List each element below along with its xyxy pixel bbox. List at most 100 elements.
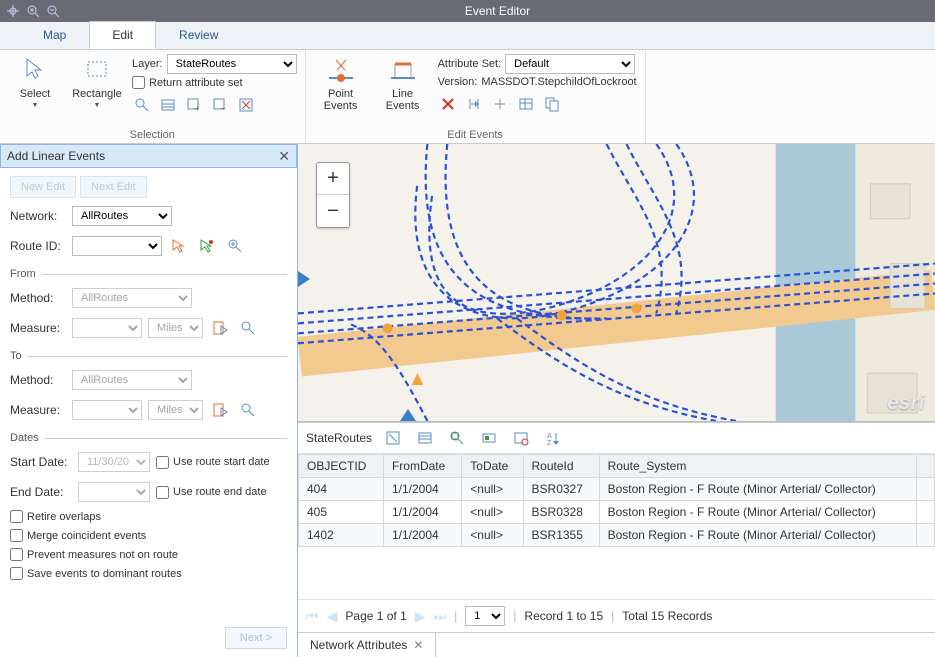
table-row[interactable]: 4041/1/2004<null>BSR0327Boston Region - …: [299, 478, 935, 501]
add-select-icon[interactable]: +: [184, 95, 204, 115]
page-select[interactable]: 1: [465, 606, 505, 626]
svg-text:+: +: [195, 104, 200, 113]
attr-table-scroll[interactable]: OBJECTID FromDate ToDate RouteId Route_S…: [298, 454, 935, 599]
merge-checkbox[interactable]: Merge coincident events: [10, 529, 287, 542]
layer-label: Layer:: [132, 58, 163, 70]
attrset-label: Attribute Set:: [438, 58, 502, 70]
clear-selection-icon[interactable]: [382, 427, 404, 449]
ribbon-editevents-group: Point Events Line Events Attribute Set: …: [306, 50, 646, 143]
col-fromdate[interactable]: FromDate: [383, 455, 461, 478]
new-edit-button[interactable]: New Edit: [10, 176, 76, 198]
cell-routeid: BSR1355: [523, 524, 599, 547]
tab-edit[interactable]: Edit: [89, 21, 156, 49]
dropdown-icon: ▼: [94, 102, 101, 109]
clear-select-icon[interactable]: [236, 95, 256, 115]
next-page-button[interactable]: ▶: [415, 608, 426, 625]
close-icon[interactable]: ✕: [278, 148, 290, 165]
cell-todate: <null>: [462, 478, 523, 501]
snap-icon[interactable]: [6, 4, 20, 18]
retire-checkbox[interactable]: Retire overlaps: [10, 510, 287, 523]
zoom-out-button[interactable]: −: [317, 195, 349, 227]
routeid-select[interactable]: [72, 236, 162, 256]
next-edit-button[interactable]: Next Edit: [80, 176, 147, 198]
to-zoom-icon[interactable]: [237, 399, 259, 421]
start-date-label: Start Date:: [10, 455, 72, 469]
merge-icon[interactable]: [464, 94, 484, 114]
dominant-checkbox[interactable]: Save events to dominant routes: [10, 567, 287, 580]
rectangle-icon: [81, 54, 113, 86]
from-measure-unit[interactable]: Miles: [148, 318, 203, 338]
prev-page-button[interactable]: ◀: [327, 608, 338, 625]
return-attr-input[interactable]: [132, 76, 145, 89]
record-text: Record 1 to 15: [524, 609, 603, 623]
tab-review[interactable]: Review: [156, 21, 241, 49]
network-select[interactable]: AllRoutes: [72, 206, 172, 226]
col-routeid[interactable]: RouteId: [523, 455, 599, 478]
zoom-out-icon[interactable]: [46, 4, 60, 18]
tab-map[interactable]: Map: [20, 21, 89, 49]
zoom-selected-icon[interactable]: [446, 427, 468, 449]
cell-routeid: BSR0328: [523, 501, 599, 524]
table-row[interactable]: 14021/1/2004<null>BSR1355Boston Region -…: [299, 524, 935, 547]
line-events-button[interactable]: Line Events: [376, 54, 430, 112]
show-all-icon[interactable]: [414, 427, 436, 449]
zoom-in-button[interactable]: +: [317, 163, 349, 195]
total-text: Total 15 Records: [622, 609, 712, 623]
dates-label: Dates: [10, 432, 39, 444]
to-measure-value[interactable]: [72, 400, 142, 420]
table-icon[interactable]: [158, 95, 178, 115]
point-events-icon: [325, 54, 357, 86]
side-panel-title: Add Linear Events: [7, 149, 105, 163]
pick-feature-icon[interactable]: [196, 235, 218, 257]
delete-event-icon[interactable]: [438, 94, 458, 114]
rectangle-button[interactable]: Rectangle ▼: [70, 54, 124, 109]
map-view[interactable]: + − esri: [298, 144, 935, 422]
to-measure-unit[interactable]: Miles: [148, 400, 203, 420]
rectangle-label: Rectangle: [72, 88, 122, 100]
select-button[interactable]: Select ▼: [8, 54, 62, 109]
return-attr-checkbox[interactable]: Return attribute set: [132, 76, 297, 89]
remove-select-icon[interactable]: −: [210, 95, 230, 115]
cell-route_system: Boston Region - F Route (Minor Arterial/…: [599, 501, 916, 524]
start-date-input[interactable]: 11/30/20: [78, 452, 150, 472]
zoom-in-icon[interactable]: [26, 4, 40, 18]
zoom-select-icon[interactable]: [132, 95, 152, 115]
editevents-group-title: Edit Events: [314, 127, 637, 141]
svg-text:−: −: [221, 104, 226, 113]
copy-icon[interactable]: [542, 94, 562, 114]
sort-icon[interactable]: AZ: [542, 427, 564, 449]
table-row[interactable]: 4051/1/2004<null>BSR0328Boston Region - …: [299, 501, 935, 524]
from-method-select[interactable]: AllRoutes: [72, 288, 192, 308]
side-panel-header: Add Linear Events ✕: [0, 144, 297, 168]
close-tab-icon[interactable]: ✕: [413, 638, 423, 652]
options-icon[interactable]: [510, 427, 532, 449]
last-page-button[interactable]: ⏭: [434, 608, 447, 625]
tab-network-attributes[interactable]: Network Attributes ✕: [298, 633, 436, 657]
attr-table-icon[interactable]: [516, 94, 536, 114]
from-pick-icon[interactable]: [209, 317, 231, 339]
from-zoom-icon[interactable]: [237, 317, 259, 339]
next-button[interactable]: Next >: [225, 627, 287, 649]
attrset-select[interactable]: Default: [505, 54, 635, 74]
col-routesystem[interactable]: Route_System: [599, 455, 916, 478]
use-start-checkbox[interactable]: Use route start date: [156, 456, 270, 469]
zoom-route-icon[interactable]: [224, 235, 246, 257]
first-page-button[interactable]: ⏮: [306, 608, 319, 625]
highlight-icon[interactable]: [478, 427, 500, 449]
use-end-checkbox[interactable]: Use route end date: [156, 486, 267, 499]
prevent-checkbox[interactable]: Prevent measures not on route: [10, 548, 287, 561]
map-expand-left-icon[interactable]: [298, 271, 310, 287]
split-icon[interactable]: [490, 94, 510, 114]
pick-route-icon[interactable]: [168, 235, 190, 257]
end-date-input[interactable]: [78, 482, 150, 502]
from-measure-value[interactable]: [72, 318, 142, 338]
map-canvas: [298, 144, 935, 421]
to-method-select[interactable]: AllRoutes: [72, 370, 192, 390]
to-pick-icon[interactable]: [209, 399, 231, 421]
point-events-button[interactable]: Point Events: [314, 54, 368, 112]
cell-todate: <null>: [462, 501, 523, 524]
layer-select[interactable]: StateRoutes: [167, 54, 297, 74]
map-expand-down-icon[interactable]: [400, 409, 416, 421]
col-todate[interactable]: ToDate: [462, 455, 523, 478]
col-objectid[interactable]: OBJECTID: [299, 455, 384, 478]
